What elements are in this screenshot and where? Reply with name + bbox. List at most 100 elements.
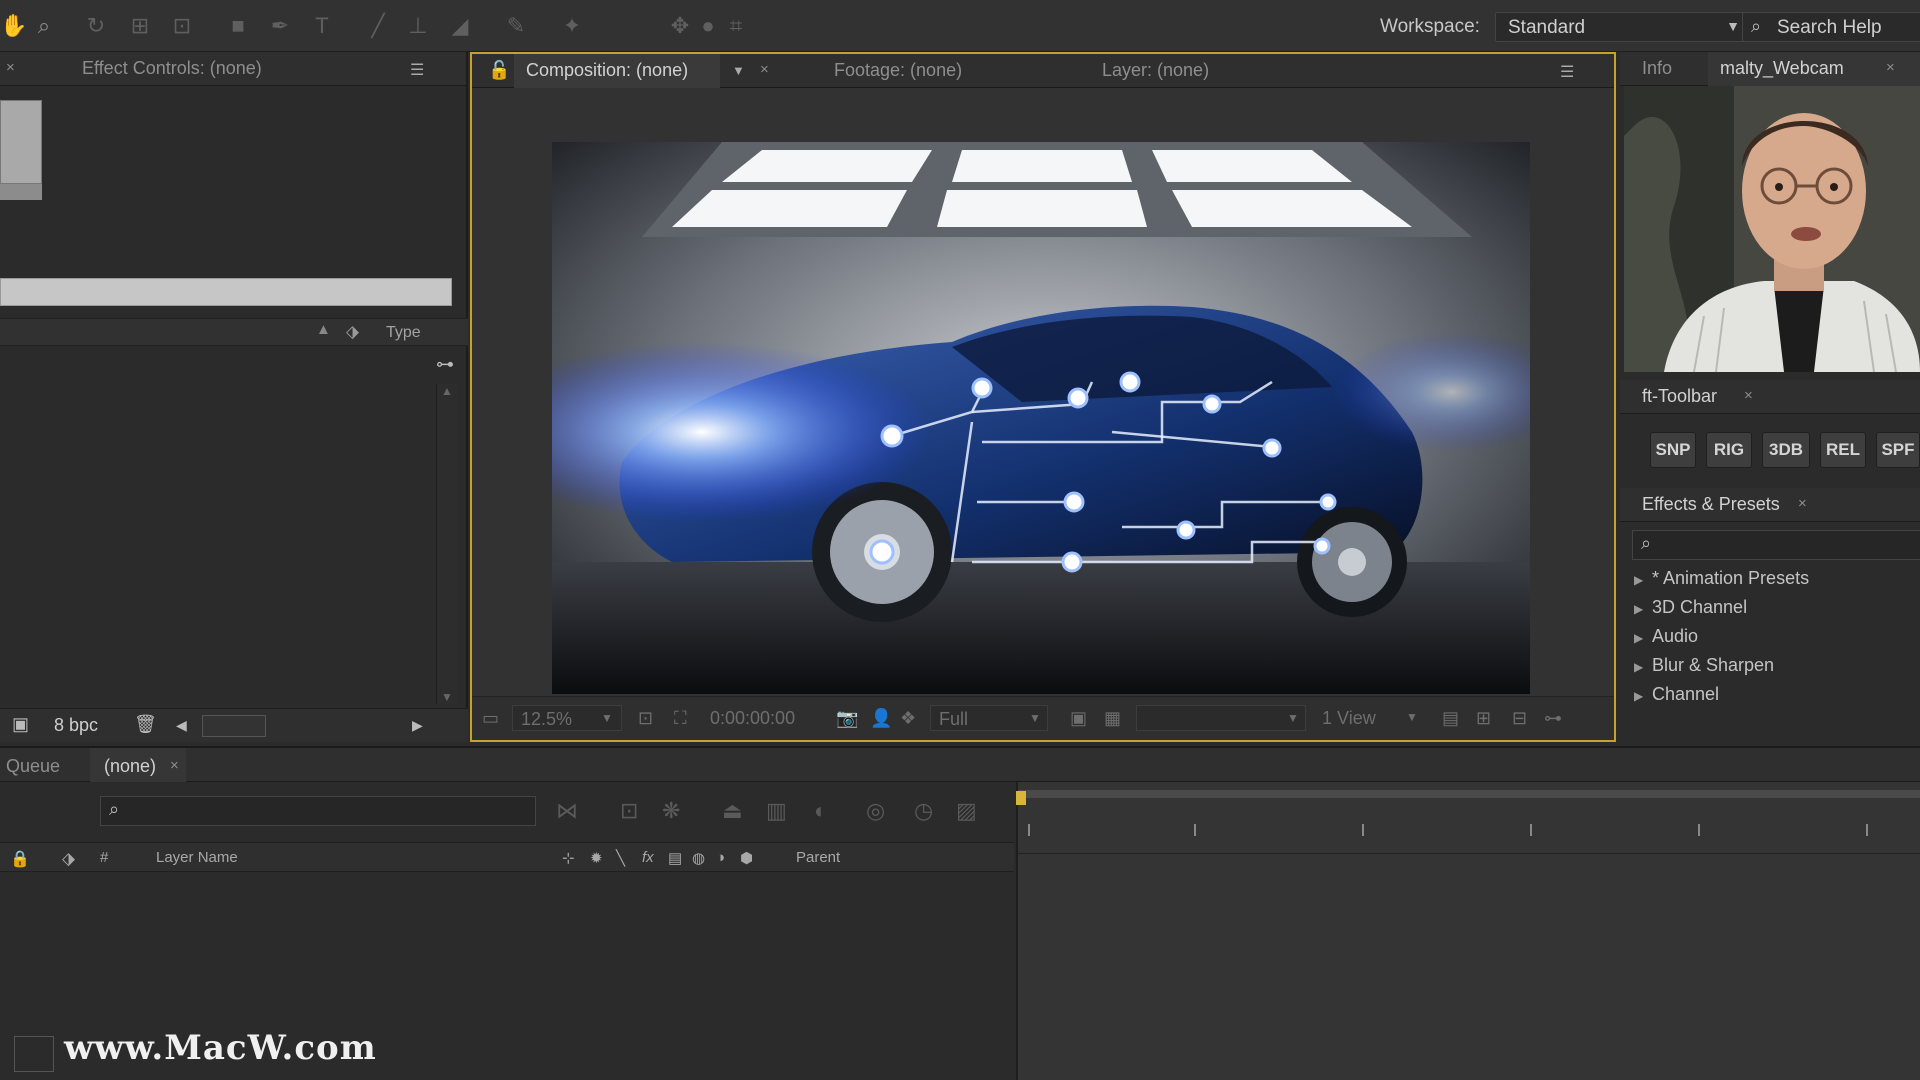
tab-effects-presets[interactable]: Effects & Presets xyxy=(1642,494,1780,515)
show-snapshot-icon[interactable]: 👤 xyxy=(870,708,892,729)
frame-blend-switch-icon[interactable]: ▤ xyxy=(668,849,682,867)
motion-blur-switch-icon[interactable]: ◍ xyxy=(692,849,705,867)
camera-view-select[interactable]: ▼ xyxy=(1136,705,1306,731)
workspace-select[interactable]: Standard ▼ xyxy=(1495,12,1751,42)
local-axis-icon[interactable]: ✥ xyxy=(666,12,694,40)
frame-blending-icon[interactable]: ▥ xyxy=(766,798,787,824)
3db-button[interactable]: 3DB xyxy=(1762,432,1810,468)
zoom-select[interactable]: 12.5% ▼ xyxy=(512,705,622,731)
close-icon[interactable]: × xyxy=(170,757,179,774)
expand-triangle-icon[interactable]: ▶ xyxy=(1634,573,1652,587)
rotation-tool-icon[interactable]: ↻ xyxy=(82,12,110,40)
vertical-scrollbar[interactable]: ▲ ▼ xyxy=(436,384,458,704)
horizontal-scrollbar[interactable] xyxy=(202,715,266,737)
tab-render-queue[interactable]: Queue xyxy=(6,756,60,777)
graph-editor-icon[interactable]: ▨ xyxy=(956,798,977,824)
motion-blur-icon[interactable]: ◐ xyxy=(814,798,827,824)
rel-button[interactable]: REL xyxy=(1820,432,1866,468)
trash-icon[interactable]: 🗑 xyxy=(134,714,157,735)
effect-category-item[interactable]: ▶ Channel xyxy=(1634,684,1719,705)
timeline-toggle-icon[interactable]: ⊟ xyxy=(1512,708,1527,729)
snapshot-camera-icon[interactable]: 📷 xyxy=(836,708,858,729)
shy-switch-icon[interactable]: ⊹ xyxy=(562,849,575,867)
parent-column[interactable]: Parent xyxy=(796,849,840,866)
view-axis-icon[interactable]: ⌗ xyxy=(722,12,750,40)
tab-layer[interactable]: Layer: (none) xyxy=(1102,60,1209,81)
tab-webcam[interactable]: malty_Webcam × xyxy=(1708,52,1920,86)
expand-triangle-icon[interactable]: ▶ xyxy=(1634,660,1652,674)
tab-composition[interactable]: Composition: (none) ▼ xyxy=(514,54,745,88)
collapse-switch-icon[interactable]: ✹ xyxy=(590,849,603,867)
sort-up-icon[interactable]: ▲ xyxy=(316,321,331,338)
quality-switch-icon[interactable]: ╲ xyxy=(616,849,625,867)
bit-depth-button[interactable]: 8 bpc xyxy=(54,715,98,736)
composition-canvas[interactable] xyxy=(552,142,1530,694)
current-time[interactable]: 0:00:00:00 xyxy=(706,705,826,731)
region-of-interest-icon[interactable]: ⊡ xyxy=(638,708,653,729)
label-tag-icon[interactable]: ⬗ xyxy=(346,322,359,342)
close-icon[interactable]: × xyxy=(6,59,15,76)
pen-tool-icon[interactable]: ✒ xyxy=(266,12,294,40)
scroll-right-icon[interactable]: ▶ xyxy=(412,717,423,734)
channels-icon[interactable]: ❖ xyxy=(900,708,916,729)
zoom-tool-icon[interactable]: ⌕ xyxy=(30,12,58,40)
transparency-grid-icon[interactable]: ⛶ xyxy=(674,708,687,729)
scroll-up-icon[interactable]: ▲ xyxy=(441,384,453,398)
expand-triangle-icon[interactable]: ▶ xyxy=(1634,602,1652,616)
effects-search-input[interactable]: ⌕ xyxy=(1632,530,1920,560)
tab-info[interactable]: Info xyxy=(1642,58,1672,79)
tab-effect-controls[interactable]: Effect Controls: (none) xyxy=(82,58,262,79)
rectangle-tool-icon[interactable]: ■ xyxy=(224,12,252,40)
effect-category-item[interactable]: ▶ Blur & Sharpen xyxy=(1634,655,1774,676)
world-axis-icon[interactable]: ● xyxy=(694,12,722,40)
snp-button[interactable]: SNP xyxy=(1650,432,1696,468)
timeline-search-input[interactable]: ⌕ xyxy=(100,796,536,826)
project-search-input[interactable] xyxy=(0,278,452,306)
auto-keyframe-icon[interactable]: ◷ xyxy=(914,798,933,824)
live-update-icon[interactable]: ⊡ xyxy=(620,798,638,824)
brush-tool-icon[interactable]: ╱ xyxy=(364,12,392,40)
label-tag-icon[interactable]: ⬗ xyxy=(62,849,75,869)
resolution-select[interactable]: Full ▼ xyxy=(930,705,1048,731)
roto-brush-tool-icon[interactable]: ✎ xyxy=(502,12,530,40)
close-icon[interactable]: × xyxy=(1744,387,1753,404)
effect-category-item[interactable]: ▶ Audio xyxy=(1634,626,1698,647)
spf-button[interactable]: SPF xyxy=(1876,432,1920,468)
search-help-field[interactable]: ⌕ Search Help xyxy=(1742,12,1920,42)
brainstorm-icon[interactable]: ◎ xyxy=(866,798,885,824)
type-tool-icon[interactable]: T xyxy=(308,12,336,40)
fast-draft-icon[interactable]: ⊞ xyxy=(1476,708,1491,729)
comp-mini-flowchart-icon[interactable]: ⋈ xyxy=(556,798,578,824)
tab-ft-toolbar[interactable]: ft-Toolbar xyxy=(1642,386,1717,407)
rig-button[interactable]: RIG xyxy=(1706,432,1752,468)
tab-footage[interactable]: Footage: (none) xyxy=(834,60,962,81)
layer-number-column[interactable]: # xyxy=(100,849,108,866)
adjustment-layer-icon[interactable]: ◑ xyxy=(716,849,725,866)
close-icon[interactable]: × xyxy=(1798,495,1807,512)
type-column[interactable]: Type xyxy=(386,324,421,342)
camera-tool-icon[interactable]: ⊞ xyxy=(126,12,154,40)
lock-icon[interactable]: 🔒 xyxy=(10,849,30,869)
effect-category-item[interactable]: ▶ 3D Channel xyxy=(1634,597,1747,618)
pan-behind-tool-icon[interactable]: ⊡ xyxy=(168,12,196,40)
time-ruler[interactable] xyxy=(1018,824,1920,854)
expand-triangle-icon[interactable]: ▶ xyxy=(1634,689,1652,703)
layer-name-column[interactable]: Layer Name xyxy=(156,849,238,866)
effect-fx-icon[interactable]: fx xyxy=(642,849,654,866)
view-layout-select[interactable]: 1 View ▼ xyxy=(1314,705,1424,731)
hide-shy-layers-icon[interactable]: ⏏ xyxy=(722,798,743,824)
panel-menu-icon[interactable]: ☰ xyxy=(1560,62,1574,82)
draft-3d-icon[interactable]: ❋ xyxy=(662,798,680,824)
flowchart-icon[interactable]: ⊶ xyxy=(436,354,454,375)
playhead-marker[interactable] xyxy=(1016,791,1026,805)
lock-icon[interactable]: 🔓 xyxy=(488,60,510,81)
fast-previews-icon[interactable]: ▣ xyxy=(1070,708,1087,729)
always-preview-icon[interactable]: ▭ xyxy=(482,708,499,729)
effect-category-item[interactable]: ▶ * Animation Presets xyxy=(1634,568,1809,589)
hand-tool-icon[interactable]: ✋ xyxy=(0,12,28,40)
expand-triangle-icon[interactable]: ▶ xyxy=(1634,631,1652,645)
clone-stamp-tool-icon[interactable]: ⊥ xyxy=(404,12,432,40)
flowchart-icon[interactable]: ⊶ xyxy=(1544,708,1562,729)
3d-layer-icon[interactable]: ⬢ xyxy=(740,849,753,867)
checkerboard-icon[interactable]: ▦ xyxy=(1104,708,1121,729)
